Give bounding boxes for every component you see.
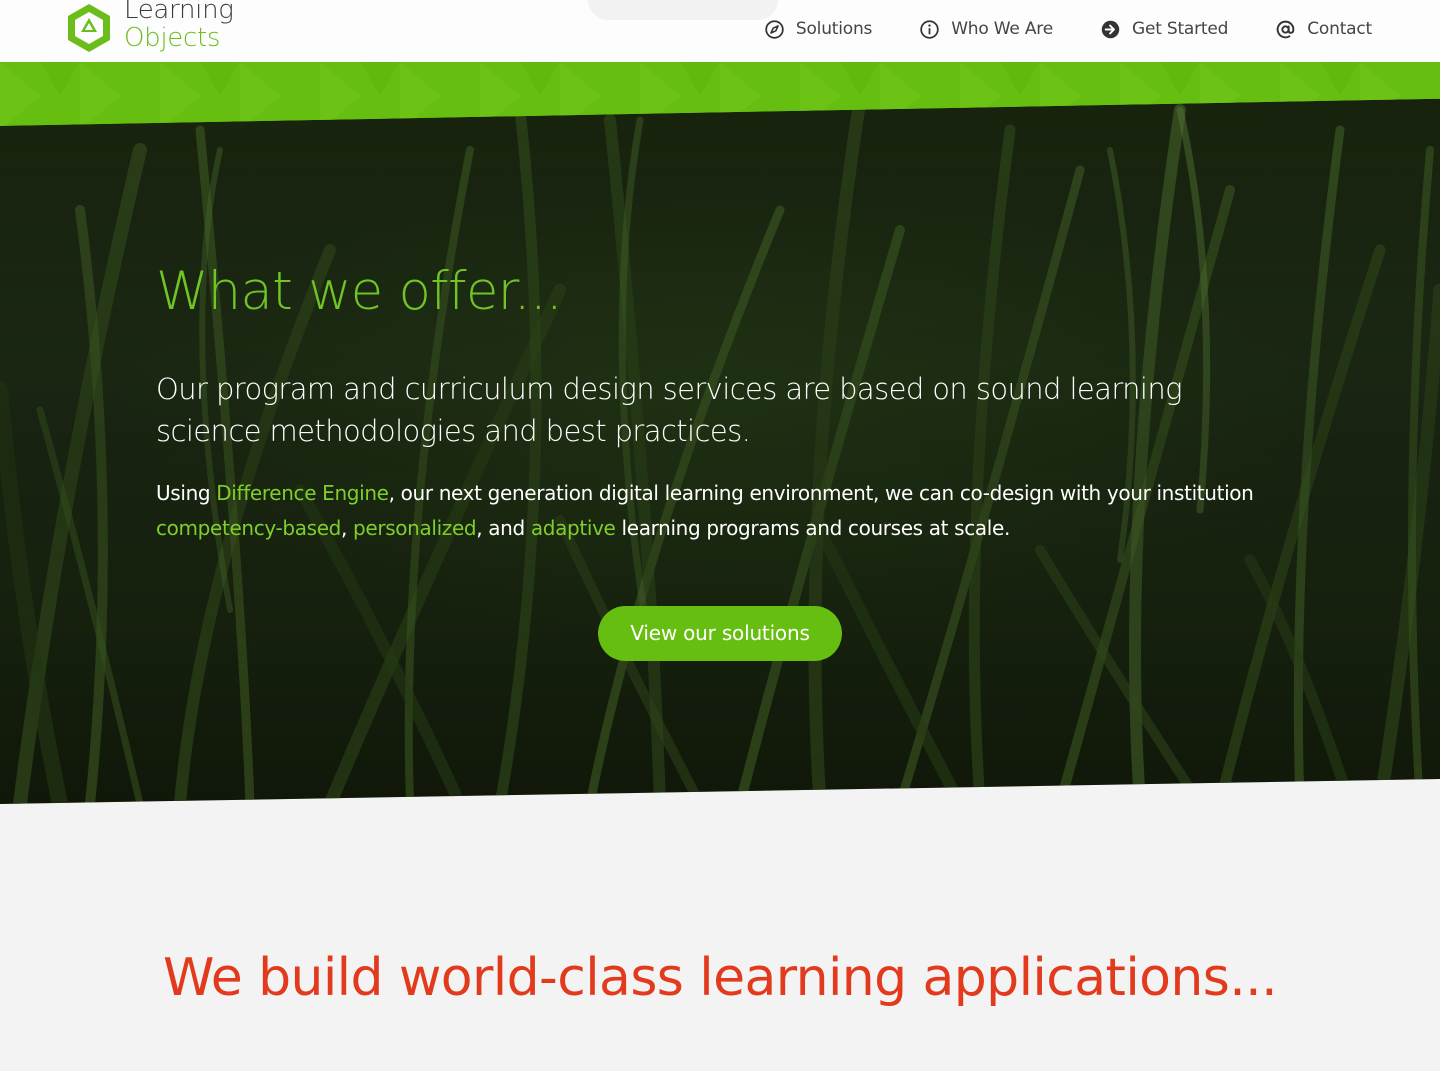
logo-hexagon-icon — [68, 4, 110, 52]
difference-engine-link[interactable]: Difference Engine — [216, 481, 389, 505]
site-header: Learning Objects Solutions Who We Are Ge… — [0, 0, 1440, 62]
nav-item-who-we-are[interactable]: Who We Are — [919, 16, 1053, 42]
logo-line-objects: Objects — [124, 23, 221, 53]
body-text-part2: , our next generation digital learning e… — [388, 481, 1254, 505]
hero-title: What we offer... — [156, 261, 563, 322]
arrow-circle-right-icon — [1101, 20, 1120, 38]
logo-line-learning: Learning — [124, 0, 234, 25]
at-sign-icon — [1276, 20, 1295, 38]
main-nav: Solutions Who We Are Get Started Contact — [764, 16, 1372, 42]
nav-item-contact[interactable]: Contact — [1275, 16, 1372, 42]
nav-label-solutions: Solutions — [795, 19, 873, 39]
body-text-part1: Using — [156, 481, 217, 505]
body-text-sep2: , and — [476, 516, 531, 540]
body-text-sep1: , — [341, 516, 354, 540]
nav-item-get-started[interactable]: Get Started — [1100, 16, 1228, 42]
nav-label-contact: Contact — [1307, 19, 1372, 39]
applications-section — [0, 770, 1440, 1071]
hero-section: What we offer... Our program and curricu… — [0, 90, 1440, 804]
nav-item-solutions[interactable]: Solutions — [764, 16, 872, 42]
view-solutions-button[interactable]: View our solutions — [598, 606, 842, 661]
competency-based-link[interactable]: competency-based — [156, 516, 341, 540]
hero-body-text: Using Difference Engine, our next genera… — [156, 476, 1286, 546]
personalized-link[interactable]: personalized — [353, 516, 477, 540]
nav-label-who-we-are: Who We Are — [951, 19, 1053, 39]
body-text-part3: learning programs and courses at scale. — [615, 516, 1011, 540]
applications-section-title: We build world-class learning applicatio… — [162, 948, 1278, 1008]
compass-icon — [765, 19, 784, 39]
info-circle-icon — [920, 19, 939, 39]
adaptive-link[interactable]: adaptive — [531, 516, 616, 540]
page: Learning Objects Solutions Who We Are Ge… — [0, 0, 1440, 1071]
logo-wordmark: Learning Objects — [124, 0, 284, 52]
hero-lead-text: Our program and curriculum design servic… — [156, 372, 1183, 448]
nav-label-get-started: Get Started — [1131, 19, 1229, 39]
top-decorative-pill — [588, 0, 778, 20]
